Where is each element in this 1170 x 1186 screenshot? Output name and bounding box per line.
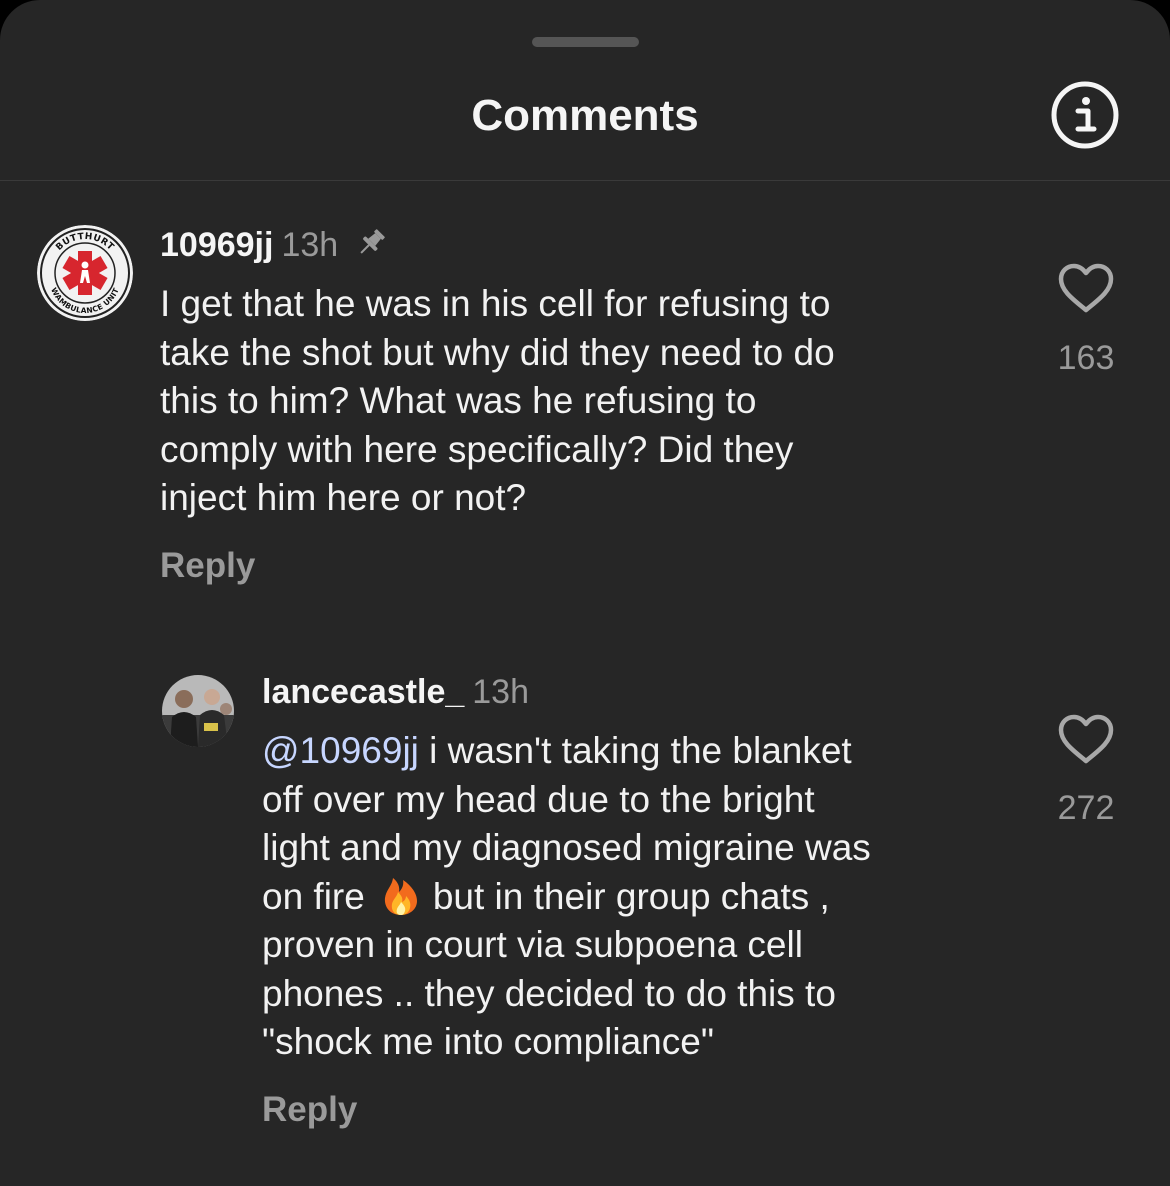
info-icon (1051, 81, 1119, 149)
photo-avatar-icon (162, 675, 234, 747)
comment-text: @10969jj i wasn't taking the blanket off… (262, 727, 871, 1067)
wambulance-logo-icon: BUTTHURT WAMBULANCE UNIT (37, 225, 133, 321)
timestamp: 13h (281, 226, 339, 264)
fire-emoji-icon (379, 873, 423, 917)
heart-outline-icon (1058, 263, 1114, 313)
avatar[interactable]: BUTTHURT WAMBULANCE UNIT (37, 225, 133, 321)
comment-line: this to him? What was he refusing to (160, 380, 757, 421)
info-button[interactable] (1050, 80, 1120, 150)
comment-line: off over my head due to the bright (262, 778, 815, 820)
mention-link[interactable]: @10969jj (262, 730, 419, 771)
comment-line: phones .. they decided to do this to (262, 972, 836, 1014)
like-count: 163 (1057, 339, 1115, 377)
comment-line: proven in court via subpoena cell (262, 924, 803, 965)
heart-outline-icon (1058, 714, 1114, 764)
like-button[interactable] (1056, 713, 1116, 765)
comments-sheet: Comments BUTTHURT WAMBULANCE UNIT 10969j… (0, 0, 1170, 1186)
reply-button[interactable]: Reply (262, 1090, 357, 1130)
header-divider (0, 180, 1170, 181)
comment-line: I get that he was in his cell for refusi… (160, 283, 831, 324)
comment-line: take the shot but why did they need to d… (160, 331, 835, 373)
comment-meta: lancecastle_ 13h (262, 672, 529, 712)
comment-line: but in their group chats , (432, 875, 830, 917)
drag-handle[interactable] (532, 37, 639, 47)
username[interactable]: lancecastle_ (262, 673, 464, 711)
timestamp: 13h (472, 673, 529, 711)
pin-icon (360, 229, 385, 254)
page-title: Comments (471, 91, 699, 140)
comment-meta: 10969jj 13h (160, 225, 388, 265)
comment-text: I get that he was in his cell for refusi… (160, 280, 835, 523)
comment-line: comply with here specifically? Did they (160, 428, 794, 470)
like-count: 272 (1057, 789, 1115, 827)
comment-line: i wasn't taking the blanket (418, 730, 852, 771)
comment-line: light and my diagnosed migraine was (262, 827, 871, 868)
comment-line: inject him here or not? (160, 477, 527, 518)
avatar[interactable] (162, 675, 234, 747)
comment-line: "shock me into compliance" (262, 1021, 714, 1062)
like-button[interactable] (1056, 262, 1116, 314)
reply-button[interactable]: Reply (160, 546, 255, 586)
comment-line: on fire (262, 875, 365, 917)
username[interactable]: 10969jj (160, 226, 273, 264)
